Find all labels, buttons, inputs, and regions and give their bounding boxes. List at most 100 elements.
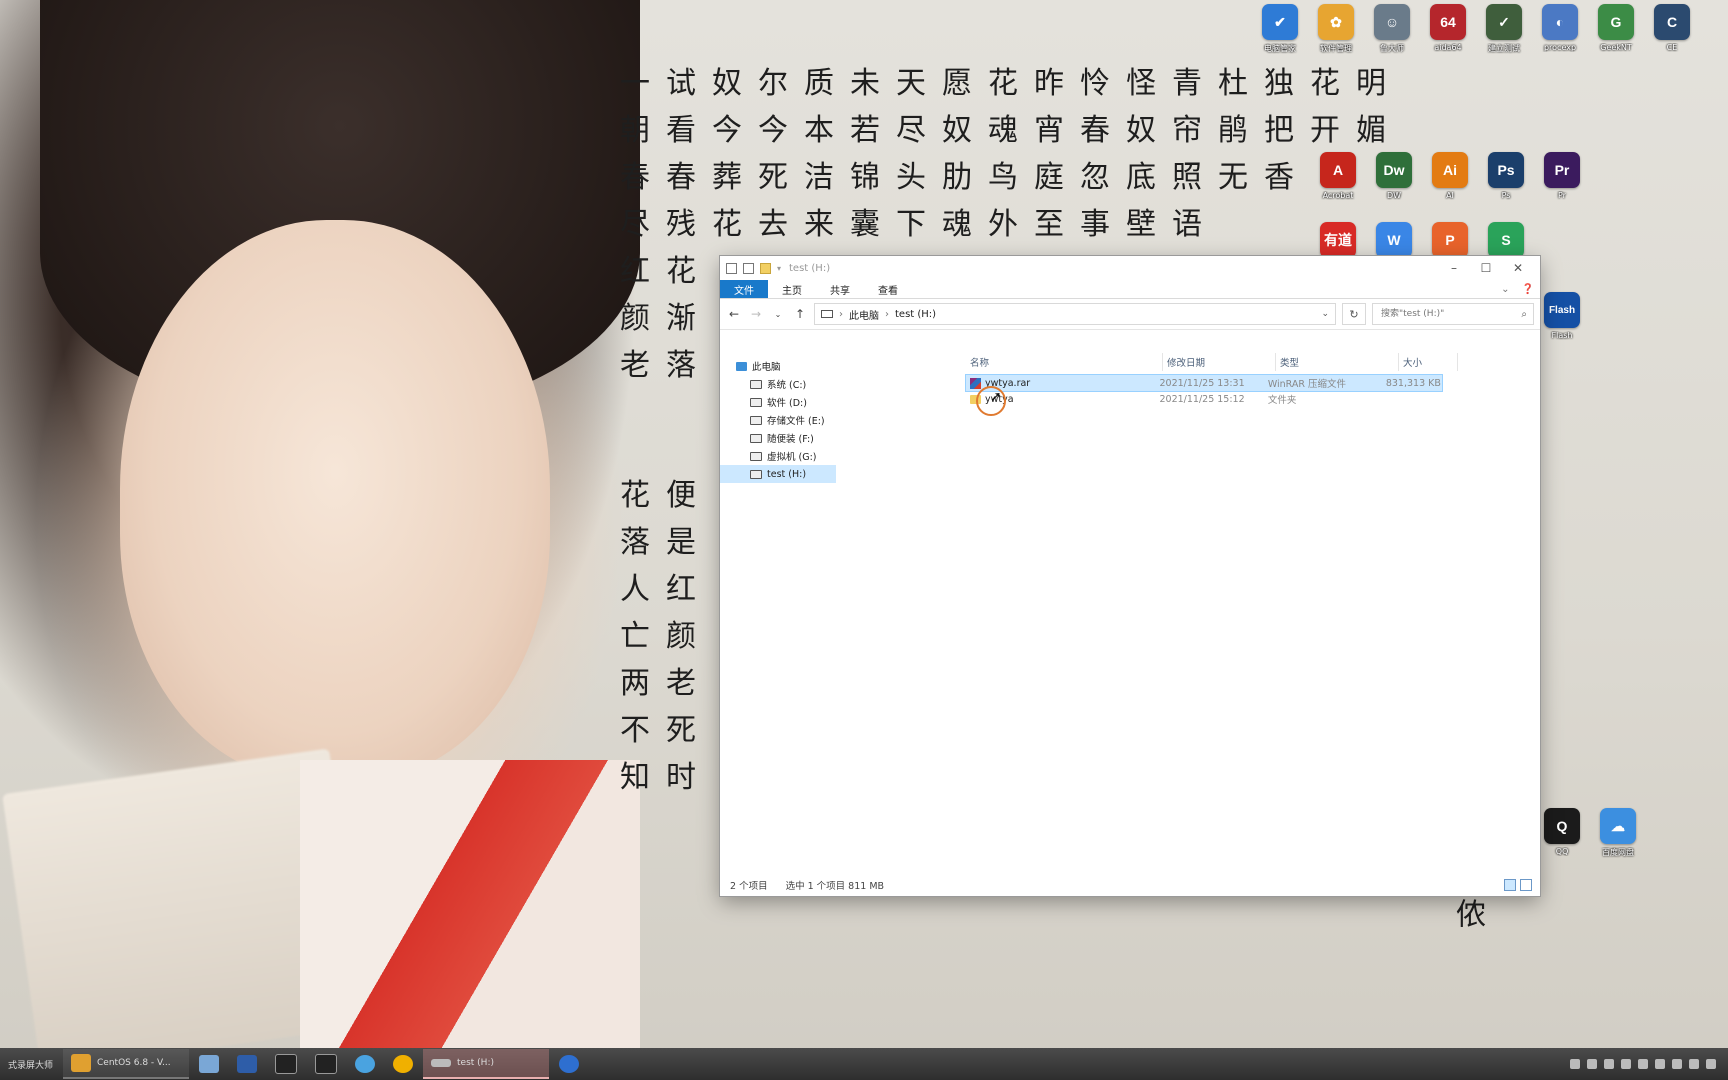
drive-icon [750, 469, 762, 479]
tray-icon[interactable] [1621, 1059, 1631, 1069]
column-header-type[interactable]: 类型 [1276, 353, 1399, 371]
desktop-shortcut[interactable]: ✔ 电脑管家 [1254, 4, 1306, 54]
tray-icon[interactable] [1672, 1059, 1682, 1069]
desktop-shortcut[interactable]: ☁ 百度网盘 [1592, 808, 1644, 858]
taskbar-sogou[interactable] [551, 1050, 587, 1078]
tray-icon[interactable] [1570, 1059, 1580, 1069]
file-list-pane[interactable]: 名称 修改日期 类型 大小 ywtya.rar 2021/11/25 13:31 W… [836, 349, 1540, 874]
desktop-shortcut[interactable]: G GeekNT [1590, 4, 1642, 52]
calligraphy-line: 老落 [620, 348, 712, 383]
desktop-shortcut-label: 电脑管家 [1264, 44, 1296, 53]
tray-icon[interactable] [1587, 1059, 1597, 1069]
nav-item-drive[interactable]: 虚拟机 (G:) [720, 447, 836, 465]
address-bar[interactable]: › 此电脑 › test (H:) ⌄ [814, 303, 1336, 325]
taskbar-monitor[interactable] [267, 1050, 305, 1078]
nav-item-drive[interactable]: test (H:) [720, 465, 836, 483]
close-button[interactable]: ✕ [1502, 256, 1534, 280]
back-arrow-icon[interactable]: ← [726, 307, 742, 321]
desktop-shortcut[interactable]: Flash Flash [1536, 292, 1588, 340]
desktop-shortcut[interactable]: Ps Ps [1480, 152, 1532, 200]
taskbar-cloud[interactable] [347, 1050, 383, 1078]
network-tool-icon [237, 1055, 258, 1073]
desktop-shortcut-label: 鲁大师 [1380, 44, 1404, 53]
search-icon[interactable]: ⌕ [1521, 309, 1527, 320]
desktop-shortcut[interactable]: Pr Pr [1536, 152, 1588, 200]
breadcrumb-test-drive[interactable]: test (H:) [895, 309, 936, 320]
column-headers: 名称 修改日期 类型 大小 [836, 349, 1540, 375]
tray-icon[interactable] [1604, 1059, 1614, 1069]
desktop-shortcut[interactable]: A Acrobat [1312, 152, 1364, 200]
geek-icon: G [1598, 4, 1634, 40]
nav-item-drive[interactable]: 存储文件 (E:) [720, 411, 836, 429]
taskbar-assistant[interactable] [385, 1050, 421, 1078]
up-arrow-icon[interactable]: ↑ [792, 307, 808, 321]
desktop-shortcut[interactable]: Ai AI [1424, 152, 1476, 200]
column-header-size[interactable]: 大小 [1399, 353, 1458, 371]
chevron-down-icon[interactable]: ▾ [777, 264, 781, 273]
taskbar-monitor-2[interactable] [307, 1050, 345, 1078]
large-icons-view-icon[interactable] [1520, 879, 1532, 891]
ribbon-expand-icon[interactable]: ⌄ [1495, 280, 1515, 298]
search-box[interactable]: ⌕ [1372, 303, 1534, 325]
details-view-icon[interactable] [1504, 879, 1516, 891]
window-controls: – ☐ ✕ [1438, 256, 1534, 280]
calligraphy-line: 花便 [620, 478, 712, 513]
desktop-shortcut[interactable]: ✿ 软件管理 [1310, 4, 1362, 54]
breadcrumb-this-pc[interactable]: 此电脑 [849, 307, 879, 322]
desktop-shortcut-label: aida64 [1434, 43, 1462, 52]
system-tray [1570, 1059, 1728, 1069]
desktop-shortcut[interactable]: C CE [1646, 4, 1698, 52]
taskbar-network-tool[interactable] [229, 1050, 265, 1078]
nav-item-drive[interactable]: 软件 (D:) [720, 393, 836, 411]
desktop-shortcut[interactable]: Dw DW [1368, 152, 1420, 200]
nav-item-this-pc[interactable]: 此电脑 [720, 357, 836, 375]
column-header-date[interactable]: 修改日期 [1163, 353, 1276, 371]
file-explorer-window[interactable]: ▾ test (H:) – ☐ ✕ 文件 主页 共享 查看 ⌄ ❓ ← → ⌄ … [720, 256, 1540, 896]
maximize-button[interactable]: ☐ [1470, 256, 1502, 280]
file-date: 2021/11/25 13:31 [1159, 377, 1245, 389]
file-date: 2021/11/25 15:12 [1159, 393, 1245, 405]
desktop-shortcut-label: 百度网盘 [1602, 848, 1634, 857]
volume-icon[interactable] [1706, 1059, 1716, 1069]
minimize-button[interactable]: – [1438, 256, 1470, 280]
tray-icon[interactable] [1689, 1059, 1699, 1069]
desktop-shortcut[interactable]: Q QQ [1536, 808, 1588, 856]
tab-file[interactable]: 文件 [720, 280, 768, 298]
tray-icon[interactable] [1638, 1059, 1648, 1069]
column-header-name[interactable]: 名称 [966, 353, 1163, 371]
wpp-icon: P [1432, 222, 1468, 258]
nav-item-drive[interactable]: 系统 (C:) [720, 375, 836, 393]
file-row[interactable]: ywtya.rar 2021/11/25 13:31 WinRAR 压缩文件 831,… [965, 374, 1443, 392]
ribbon-tabs: 文件 主页 共享 查看 ⌄ ❓ [720, 280, 1540, 299]
help-icon[interactable]: ❓ [1516, 280, 1540, 298]
tray-icon[interactable] [1655, 1059, 1665, 1069]
window-title: test (H:) [789, 262, 831, 274]
properties-icon[interactable] [743, 262, 754, 274]
app-store-icon: ✿ [1318, 4, 1354, 40]
search-input[interactable] [1379, 308, 1518, 320]
drive-icon [750, 451, 762, 461]
refresh-button[interactable]: ↻ [1342, 303, 1366, 325]
taskbar-item-vmware[interactable]: CentOS 6.8 - V... [63, 1049, 190, 1079]
monitor-icon [315, 1054, 338, 1074]
nav-item-drive[interactable]: 随便装 (F:) [720, 429, 836, 447]
recent-locations-icon[interactable]: ⌄ [770, 310, 786, 319]
new-folder-icon[interactable] [760, 262, 771, 274]
desktop-shortcut[interactable]: 64 aida64 [1422, 4, 1474, 52]
shield-icon: ✔ [1262, 4, 1298, 40]
desktop-shortcut[interactable]: ✓ 建立测试 [1478, 4, 1530, 54]
title-bar[interactable]: ▾ test (H:) – ☐ ✕ [720, 256, 1540, 280]
desktop-shortcut[interactable]: ◐ procexp [1534, 4, 1586, 52]
desktop-shortcut[interactable]: ☺ 鲁大师 [1366, 4, 1418, 54]
taskbar-item-recorder[interactable]: 式录屏大师 [0, 1050, 61, 1078]
tab-view[interactable]: 查看 [864, 280, 912, 298]
taskbar-notepad[interactable] [191, 1050, 227, 1078]
nav-item-label: 存储文件 (E:) [767, 416, 825, 427]
tab-home[interactable]: 主页 [768, 280, 816, 298]
forward-arrow-icon[interactable]: → [748, 307, 764, 321]
address-dropdown-icon[interactable]: ⌄ [1321, 309, 1329, 319]
tab-share[interactable]: 共享 [816, 280, 864, 298]
nav-item-label: 虚拟机 (G:) [767, 452, 817, 463]
taskbar-item-explorer[interactable]: test (H:) [423, 1049, 550, 1079]
file-row[interactable]: ywtya 2021/11/25 15:12 文件夹 [966, 391, 1442, 407]
